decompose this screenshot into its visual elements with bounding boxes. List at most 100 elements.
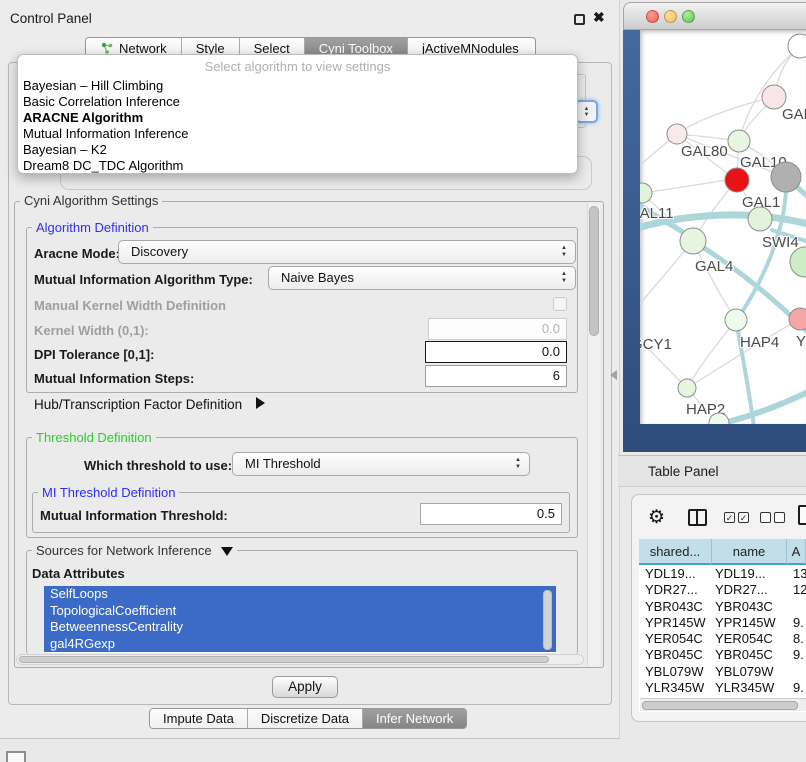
table-row[interactable]: YBR043CYBR043C: [639, 599, 806, 615]
section-title-threshold: Threshold Definition: [32, 430, 156, 445]
table-row[interactable]: YER054CYER054C8.: [639, 631, 806, 647]
table-cell: YPR145W: [712, 615, 787, 631]
kernel-width-field[interactable]: 0.0: [428, 318, 567, 340]
combobox-value: Naive Bayes: [281, 270, 354, 285]
screen: Control Panel ✖ Network Style Select Cyn…: [0, 0, 806, 762]
network-node[interactable]: [728, 130, 750, 152]
data-attributes-list[interactable]: SelfLoopsTopologicalCoefficientBetweenne…: [44, 586, 556, 653]
table-row[interactable]: YBR045CYBR045C9.: [639, 647, 806, 663]
attributes-scrollbar-thumb[interactable]: [543, 590, 552, 650]
tab-discretize-data[interactable]: Discretize Data: [247, 709, 362, 728]
attribute-item[interactable]: SelfLoops: [44, 586, 556, 603]
apply-button[interactable]: Apply: [272, 676, 338, 698]
network-node[interactable]: [748, 207, 772, 231]
table-cell: 9.: [787, 615, 806, 631]
dpi-tolerance-field[interactable]: 0.0: [425, 341, 567, 363]
network-node[interactable]: [790, 247, 806, 277]
tab-infer-network[interactable]: Infer Network: [362, 709, 466, 728]
table-horizontal-scrollbar[interactable]: [640, 698, 806, 711]
panel-divider-handle[interactable]: [610, 370, 617, 380]
split-view-icon[interactable]: [688, 509, 707, 526]
algorithm-option[interactable]: Basic Correlation Inference: [23, 94, 572, 110]
minimized-panel-icon[interactable]: [6, 751, 26, 762]
combobox-arrows-icon: ▲▼: [515, 457, 521, 471]
tab-label: Impute Data: [163, 711, 234, 726]
table-cell: YER054C: [712, 631, 787, 647]
settings-vertical-scrollbar[interactable]: [587, 203, 600, 666]
manual-kernel-checkbox[interactable]: [553, 297, 567, 311]
scrollbar-thumb[interactable]: [642, 701, 798, 710]
close-icon[interactable]: ✖: [593, 9, 605, 26]
scrollbar-thumb[interactable]: [19, 656, 549, 663]
mi-type-label: Mutual Information Algorithm Type:: [34, 272, 253, 287]
hub-section-label: Hub/Transcription Factor Definition: [34, 397, 242, 412]
network-node[interactable]: [667, 124, 687, 144]
network-canvas[interactable]: GALGAL80GAL10GAL1SWI4GAL11GAL4GCY1HAP4YH…: [640, 30, 806, 424]
table-cell: YBR045C: [712, 647, 787, 663]
zoom-traffic-light-icon[interactable]: [682, 10, 695, 23]
minimize-traffic-light-icon[interactable]: [664, 10, 677, 23]
close-traffic-light-icon[interactable]: [646, 10, 659, 23]
network-node[interactable]: [678, 379, 696, 397]
table-cell: YBR043C: [712, 599, 787, 615]
file-icon[interactable]: [798, 505, 806, 525]
gear-icon[interactable]: ⚙: [648, 506, 665, 529]
table-row[interactable]: YPR145WYPR145W9.: [639, 615, 806, 631]
aracne-mode-label: Aracne Mode:: [34, 246, 120, 261]
cyni-bottom-tabbar: Impute Data Discretize Data Infer Networ…: [149, 708, 467, 729]
network-window-titlebar[interactable]: [623, 2, 806, 30]
sources-section-header[interactable]: Sources for Network Inference: [32, 543, 237, 558]
combobox-arrows-icon: ▲▼: [561, 271, 567, 285]
which-threshold-combobox[interactable]: MI Threshold ▲▼: [232, 452, 530, 476]
table-body[interactable]: YDL19...YDL19...13YDR27...YDR27...12YBR0…: [639, 566, 806, 712]
table-cell: YDL19...: [712, 566, 787, 582]
combobox-value: MI Threshold: [245, 456, 321, 471]
node-label: GAL: [782, 106, 806, 123]
expanded-arrow-icon: [221, 547, 233, 556]
network-node[interactable]: [771, 162, 801, 192]
mi-threshold-label: Mutual Information Threshold:: [40, 508, 228, 523]
table-cell: YBR043C: [639, 599, 712, 615]
collapsed-arrow-icon: [256, 397, 265, 409]
aracne-mode-combobox[interactable]: Discovery ▲▼: [118, 240, 576, 264]
table-cell: YLR345W: [712, 680, 787, 696]
float-window-icon[interactable]: [574, 14, 585, 25]
deselect-all-icon[interactable]: [760, 512, 785, 523]
attribute-item[interactable]: BetweennessCentrality: [44, 619, 556, 636]
which-threshold-label: Which threshold to use:: [84, 458, 232, 473]
algorithm-option[interactable]: Bayesian – K2: [23, 142, 572, 158]
table-row[interactable]: YBL079WYBL079W: [639, 664, 806, 680]
unchecked-box-icon: [774, 512, 785, 523]
table-row[interactable]: YLR345WYLR345W9.: [639, 680, 806, 696]
select-all-icon[interactable]: ✓ ✓: [724, 512, 749, 523]
node-label: GAL4: [695, 258, 733, 275]
scrollbar-thumb[interactable]: [589, 206, 599, 336]
network-node[interactable]: [680, 228, 706, 254]
attribute-item[interactable]: gal4RGexp: [44, 636, 556, 653]
column-header[interactable]: shared...: [639, 539, 712, 565]
table-row[interactable]: YDR27...YDR27...12: [639, 582, 806, 598]
algorithm-option[interactable]: Bayesian – Hill Climbing: [23, 78, 572, 94]
network-node[interactable]: [789, 308, 806, 330]
data-attributes-header: Data Attributes: [32, 566, 125, 581]
mi-threshold-field[interactable]: 0.5: [420, 503, 562, 525]
column-header[interactable]: A: [787, 539, 806, 565]
network-node[interactable]: [725, 309, 747, 331]
table-row[interactable]: YDL19...YDL19...13: [639, 566, 806, 582]
mi-steps-field[interactable]: 6: [425, 365, 567, 387]
algorithm-option[interactable]: Dream8 DC_TDC Algorithm: [23, 158, 572, 174]
tab-impute-data[interactable]: Impute Data: [150, 709, 247, 728]
algorithm-option[interactable]: Mutual Information Inference: [23, 126, 572, 142]
algorithm-combobox-stepper[interactable]: ▲▼: [575, 100, 598, 123]
attribute-item[interactable]: TopologicalCoefficient: [44, 603, 556, 620]
column-header[interactable]: name: [712, 539, 787, 565]
network-node[interactable]: [725, 168, 749, 192]
mi-type-combobox[interactable]: Naive Bayes ▲▼: [268, 266, 576, 290]
hub-section-header[interactable]: Hub/Transcription Factor Definition: [34, 397, 265, 412]
network-graph: GALGAL80GAL10GAL1SWI4GAL11GAL4GCY1HAP4YH…: [640, 30, 806, 424]
kernel-width-label: Kernel Width (0,1):: [34, 323, 149, 338]
algorithm-option[interactable]: ARACNE Algorithm: [23, 110, 572, 126]
table-cell: YBR045C: [639, 647, 712, 663]
tab-label: Discretize Data: [261, 711, 349, 726]
settings-horizontal-scrollbar[interactable]: [16, 654, 584, 665]
